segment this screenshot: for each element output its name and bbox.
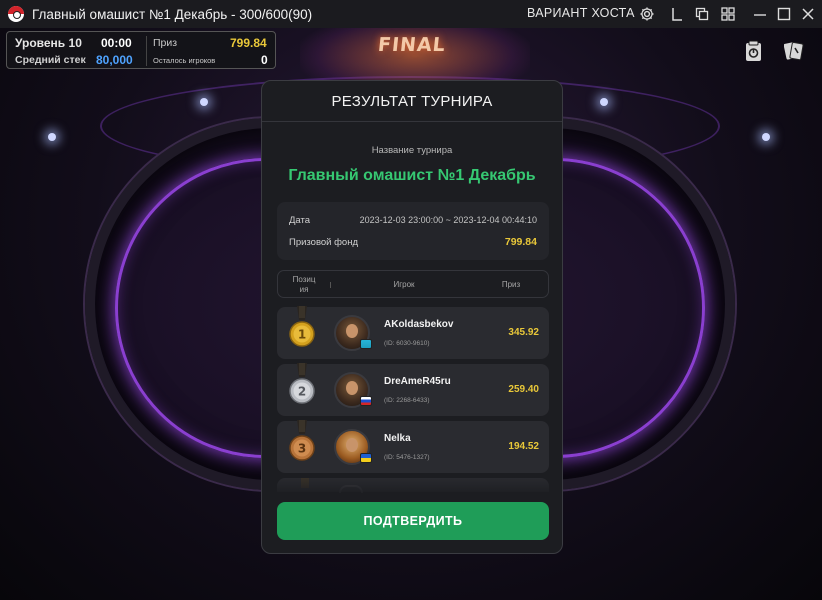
gear-icon[interactable] xyxy=(637,4,657,24)
copy-windows-icon[interactable] xyxy=(692,4,712,24)
spotlight xyxy=(200,98,208,106)
prize-value: 799.84 xyxy=(230,36,267,50)
spotlight xyxy=(600,98,608,106)
avg-stack-label: Средний стек xyxy=(15,54,86,66)
column-prize: Приз xyxy=(501,280,521,289)
tournament-result-dialog: РЕЗУЛЬТАТ ТУРНИРА Название турнира Главн… xyxy=(261,80,563,554)
column-separator xyxy=(330,282,331,288)
title-bar: Главный омашист №1 Декабрь - 300/600(90)… xyxy=(0,0,822,28)
hud-divider xyxy=(146,36,147,66)
column-player: Игрок xyxy=(393,280,415,289)
app-logo-icon xyxy=(8,6,24,22)
player-prize: 259.40 xyxy=(508,384,539,395)
ukraine-flag-icon xyxy=(360,453,372,463)
medal-place: 1 xyxy=(298,328,306,342)
prize-pool-value: 799.84 xyxy=(504,236,537,248)
tournament-hud: Уровень 10 00:00 Средний стек 80,000 При… xyxy=(6,31,276,69)
column-position-line2: ия xyxy=(299,285,309,294)
dialog-title: РЕЗУЛЬТАТ ТУРНИРА xyxy=(331,92,493,110)
dialog-header: РЕЗУЛЬТАТ ТУРНИРА xyxy=(262,81,562,122)
avg-stack-value: 80,000 xyxy=(96,53,133,67)
player-prize: 345.92 xyxy=(508,327,539,338)
player-name: Nelka xyxy=(384,433,411,444)
russia-flag-icon xyxy=(360,396,372,406)
prize-pool-label: Призовой фонд xyxy=(289,237,359,248)
level-timer: 00:00 xyxy=(101,36,132,50)
layout-l-icon[interactable] xyxy=(667,4,687,24)
player-name: DreAmeR45ru xyxy=(384,376,451,387)
level-label: Уровень 10 xyxy=(15,36,82,50)
medal-place: 2 xyxy=(298,385,306,399)
statistics-icon[interactable] xyxy=(744,40,764,62)
results-table-header: Позиц ия Игрок Приз xyxy=(277,270,549,298)
spotlight xyxy=(762,133,770,141)
gold-medal-icon: 1 xyxy=(289,306,315,347)
player-id: (ID: 5476-1327) xyxy=(384,454,430,461)
player-id: (ID: 6030-9610) xyxy=(384,340,430,347)
result-row[interactable]: 3 Nelka (ID: 5476-1327) 194.52 xyxy=(277,420,549,473)
list-fade xyxy=(262,476,562,496)
window-title: Главный омашист №1 Декабрь - 300/600(90) xyxy=(32,6,313,22)
bronze-medal-icon: 3 xyxy=(289,420,315,461)
host-variant-button[interactable]: ВАРИАНТ ХОСТА xyxy=(527,6,635,20)
result-row[interactable]: 1 AKoldasbekov (ID: 6030-9610) 345.92 xyxy=(277,306,549,359)
cards-icon[interactable] xyxy=(783,40,804,62)
date-label: Дата xyxy=(289,215,311,226)
minimize-icon[interactable] xyxy=(750,4,770,24)
medal-place: 3 xyxy=(298,442,306,456)
players-left-value: 0 xyxy=(261,53,268,67)
final-sign: FINAL xyxy=(376,34,447,56)
tournament-name: Главный омашист №1 Декабрь xyxy=(288,167,536,184)
silver-medal-icon: 2 xyxy=(289,363,315,404)
player-name: AKoldasbekov xyxy=(384,319,454,330)
result-row[interactable]: 2 DreAmeR45ru (ID: 2268-6433) 259.40 xyxy=(277,363,549,416)
close-icon[interactable] xyxy=(798,4,818,24)
grid-icon[interactable] xyxy=(718,4,738,24)
column-position-line1: Позиц xyxy=(292,275,316,284)
player-prize: 194.52 xyxy=(508,441,539,452)
maximize-icon[interactable] xyxy=(774,4,794,24)
spotlight xyxy=(48,133,56,141)
tournament-info-box: Дата 2023-12-03 23:00:00 ~ 2023-12-04 00… xyxy=(277,202,549,260)
tournament-name-label: Название турнира xyxy=(371,145,453,156)
date-value: 2023-12-03 23:00:00 ~ 2023-12-04 00:44:1… xyxy=(359,215,537,225)
column-position: Позиц ия xyxy=(284,275,324,295)
player-id: (ID: 2268-6433) xyxy=(384,397,430,404)
players-left-label: Осталось игроков xyxy=(153,56,216,65)
kazakhstan-flag-icon xyxy=(360,339,372,349)
confirm-button[interactable]: ПОДТВЕРДИТЬ xyxy=(277,502,549,540)
prize-label: Приз xyxy=(153,37,178,49)
